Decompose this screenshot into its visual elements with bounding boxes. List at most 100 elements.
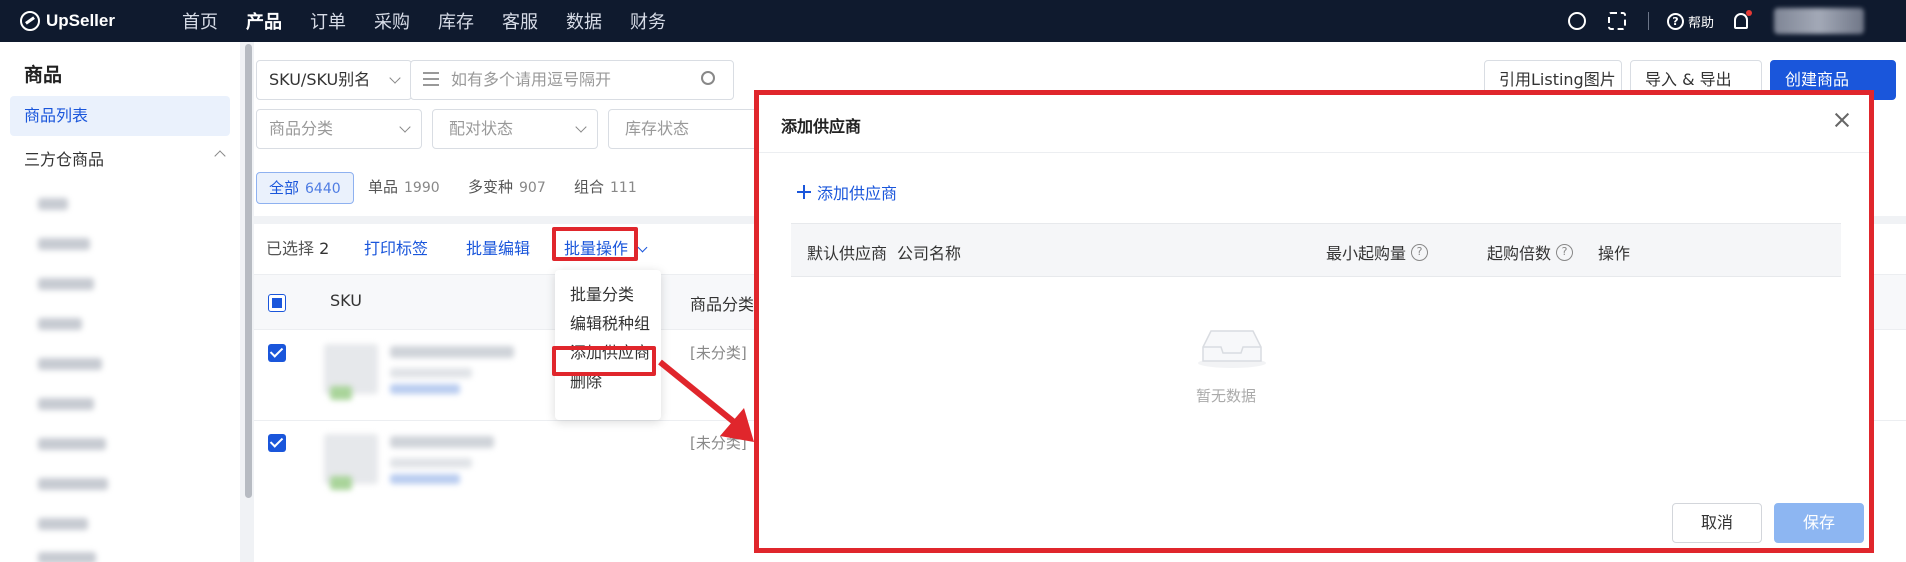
row-checkbox[interactable] (268, 434, 286, 452)
col-ops: 操作 (1598, 244, 1631, 263)
apps-grid-icon[interactable] (1607, 12, 1626, 30)
save-button[interactable]: 保存 (1774, 503, 1864, 543)
search-icon[interactable] (701, 71, 715, 85)
sidebar-group-3pl[interactable]: 三方仓商品 (24, 146, 226, 170)
chevron-down-icon (399, 121, 411, 133)
sidebar-item-product-list[interactable]: 商品列表 (10, 96, 230, 136)
col-multiple-label: 起购倍数 (1487, 244, 1552, 263)
nav-item-inventory[interactable]: 库存 (436, 8, 500, 34)
sidebar-item-blurred[interactable] (38, 398, 94, 410)
col-multiple: 起购倍数? (1487, 240, 1574, 264)
modal-divider (759, 152, 1869, 153)
col-min-qty-label: 最小起购量 (1326, 244, 1407, 263)
sidebar-group-label: 三方仓商品 (24, 150, 105, 169)
print-label-button[interactable]: 打印标签 (364, 235, 428, 259)
sku-type-value: SKU/SKU别名 (269, 70, 371, 89)
sidebar-item-blurred[interactable] (38, 552, 96, 562)
add-supplier-highlight (552, 346, 656, 376)
tab-label: 全部 (269, 179, 300, 197)
tab-count: 6440 (305, 181, 341, 197)
globe-icon[interactable] (1567, 12, 1586, 30)
stock-status-select[interactable]: 库存状态 (608, 109, 758, 149)
col-min-qty: 最小起购量? (1326, 240, 1429, 264)
search-input[interactable]: 如有多个请用逗号隔开 (410, 60, 734, 100)
col-sku: SKU (330, 291, 362, 310)
sku-name-blurred (390, 346, 514, 358)
nav-item-finance[interactable]: 财务 (628, 8, 692, 34)
chevron-down-icon (637, 242, 648, 253)
sidebar-scrollbar[interactable] (245, 44, 252, 498)
tab-all[interactable]: 全部 6440 (256, 172, 354, 204)
cancel-button[interactable]: 取消 (1672, 503, 1762, 543)
sidebar-item-blurred[interactable] (38, 438, 106, 450)
import-export-label: 导入 & 导出 (1645, 70, 1732, 89)
tab-single[interactable]: 单品 1990 (368, 172, 440, 204)
nav-right: ? 帮助 (1567, 0, 1906, 42)
select-all-checkbox[interactable] (268, 294, 286, 312)
sidebar-item-blurred[interactable] (38, 238, 90, 250)
sku-link-blurred[interactable] (390, 384, 460, 394)
supplier-table-header: 默认供应商 公司名称 最小起购量? 起购倍数? 操作 (791, 223, 1841, 277)
sku-link-blurred[interactable] (390, 474, 460, 484)
nav-item-products[interactable]: 产品 (244, 8, 308, 34)
help-button[interactable]: ? 帮助 (1666, 12, 1714, 31)
upseller-logo[interactable]: UpSeller (20, 11, 140, 31)
sku-name-blurred (390, 436, 494, 448)
logo-icon (20, 11, 40, 31)
selected-count: 已选择 2 (266, 235, 329, 259)
add-supplier-label: 添加供应商 (817, 184, 898, 203)
help-label: 帮助 (1687, 15, 1714, 31)
help-icon: ? (1666, 12, 1684, 30)
nav-divider (1647, 12, 1649, 30)
list-icon (423, 72, 439, 86)
logo-text: UpSeller (46, 11, 115, 30)
empty-text: 暂无数据 (1196, 387, 1257, 405)
batch-ops-button[interactable]: 批量操作 (564, 235, 648, 259)
nav-item-orders[interactable]: 订单 (308, 8, 372, 34)
col-default-supplier: 默认供应商 (807, 244, 888, 263)
add-supplier-link[interactable]: 添加供应商 (797, 180, 897, 204)
sidebar-item-blurred[interactable] (38, 478, 108, 490)
help-circle-icon[interactable]: ? (1411, 243, 1429, 261)
sidebar-item-blurred[interactable] (38, 318, 82, 330)
sidebar-item-blurred[interactable] (38, 358, 102, 370)
chevron-down-icon (389, 72, 401, 84)
nav-item-service[interactable]: 客服 (500, 8, 564, 34)
nav-item-home[interactable]: 首页 (180, 8, 244, 34)
nav-menu: 首页 产品 订单 采购 库存 客服 数据 财务 (180, 8, 692, 34)
batch-ops-menu: 批量分类 编辑税种组 添加供应商 删除 (555, 270, 661, 420)
sku-type-select[interactable]: SKU/SKU别名 (256, 60, 412, 100)
pair-status-select[interactable]: 配对状态 (432, 109, 598, 149)
create-product-label: 创建商品 (1785, 70, 1850, 89)
tab-count: 907 (519, 180, 546, 196)
bell-icon[interactable] (1734, 10, 1752, 29)
menu-item-batch-category[interactable]: 批量分类 (570, 281, 634, 305)
sidebar-item-blurred[interactable] (38, 278, 94, 290)
category-placeholder: 商品分类 (269, 119, 334, 138)
nav-item-data[interactable]: 数据 (564, 8, 628, 34)
help-circle-icon[interactable]: ? (1556, 243, 1574, 261)
plus-icon (797, 185, 811, 199)
selected-label: 已选择 (266, 239, 315, 258)
tab-bundle[interactable]: 组合 111 (574, 172, 637, 204)
category-select[interactable]: 商品分类 (256, 109, 422, 149)
sidebar-item-blurred[interactable] (38, 198, 68, 210)
col-company-name: 公司名称 (897, 244, 962, 263)
sku-meta-blurred (390, 368, 472, 378)
sku-meta-blurred (390, 458, 472, 468)
menu-item-edit-tax-group[interactable]: 编辑税种组 (570, 310, 650, 334)
tab-variants[interactable]: 多变种 907 (468, 172, 546, 204)
tab-label: 多变种 (468, 178, 514, 196)
user-avatar[interactable] (1774, 8, 1864, 34)
sidebar-item-blurred[interactable] (38, 518, 88, 530)
stock-status-placeholder: 库存状态 (625, 119, 690, 138)
modal-title: 添加供应商 (781, 117, 862, 136)
search-placeholder: 如有多个请用逗号隔开 (451, 70, 612, 89)
status-badge (330, 386, 352, 400)
close-icon[interactable] (1831, 109, 1853, 131)
row-checkbox[interactable] (268, 344, 286, 362)
chevron-up-icon (214, 150, 226, 162)
tab-count: 1990 (404, 180, 440, 196)
batch-edit-button[interactable]: 批量编辑 (466, 235, 530, 259)
nav-item-purchase[interactable]: 采购 (372, 8, 436, 34)
